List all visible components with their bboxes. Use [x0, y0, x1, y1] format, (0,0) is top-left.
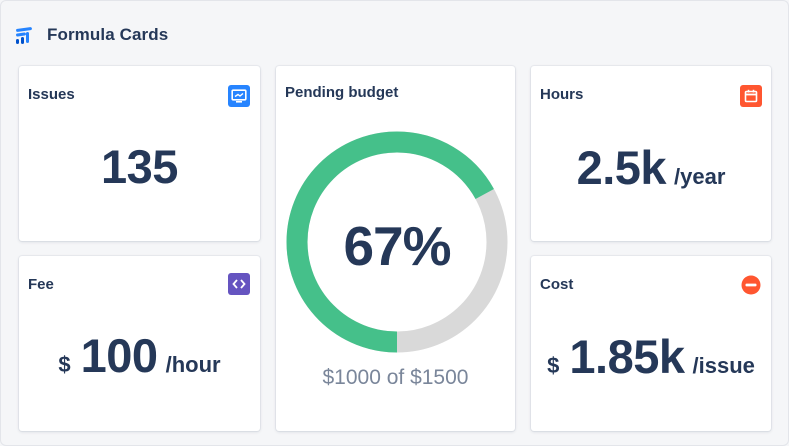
issues-card-title: Issues: [28, 86, 75, 103]
cost-card[interactable]: Cost $ 1.85k /issue: [531, 256, 771, 431]
issues-value: 135: [101, 140, 178, 193]
hours-value-row: 2.5k /year: [531, 140, 771, 195]
monitor-icon: [228, 85, 250, 107]
formula-cards-panel: Formula Cards Issues 135 Fee $ 100 /hour: [0, 0, 789, 446]
issues-value-row: 135: [19, 139, 260, 194]
hours-card[interactable]: Hours 2.5k /year: [531, 66, 771, 241]
panel-header: Formula Cards: [13, 23, 168, 47]
fee-value: 100: [80, 329, 158, 382]
issues-card[interactable]: Issues 135: [19, 66, 260, 241]
pending-budget-title: Pending budget: [285, 84, 399, 101]
fee-currency: $: [58, 352, 71, 377]
code-icon: [228, 273, 250, 295]
fee-card[interactable]: Fee $ 100 /hour: [19, 256, 260, 431]
budget-donut: 67%: [285, 130, 509, 354]
calendar-icon: [740, 85, 762, 107]
cost-card-title: Cost: [540, 276, 574, 293]
fee-card-title: Fee: [28, 276, 54, 293]
fee-unit: /hour: [165, 352, 221, 377]
hours-value: 2.5k: [576, 141, 667, 194]
budget-percent: 67%: [343, 215, 451, 277]
pending-budget-card[interactable]: Pending budget 67% $1000 of $1500: [276, 66, 515, 431]
hours-unit: /year: [674, 164, 726, 189]
cost-value: 1.85k: [569, 330, 685, 383]
hours-card-title: Hours: [540, 86, 584, 103]
panel-title: Formula Cards: [47, 25, 169, 44]
budget-detail: $1000 of $1500: [322, 366, 469, 389]
cost-unit: /issue: [692, 353, 755, 378]
fee-value-row: $ 100 /hour: [19, 328, 260, 383]
formula-cards-logo-icon: [16, 27, 32, 44]
minus-circle-icon: [740, 274, 762, 296]
cost-currency: $: [547, 353, 560, 378]
cost-value-row: $ 1.85k /issue: [531, 329, 771, 384]
